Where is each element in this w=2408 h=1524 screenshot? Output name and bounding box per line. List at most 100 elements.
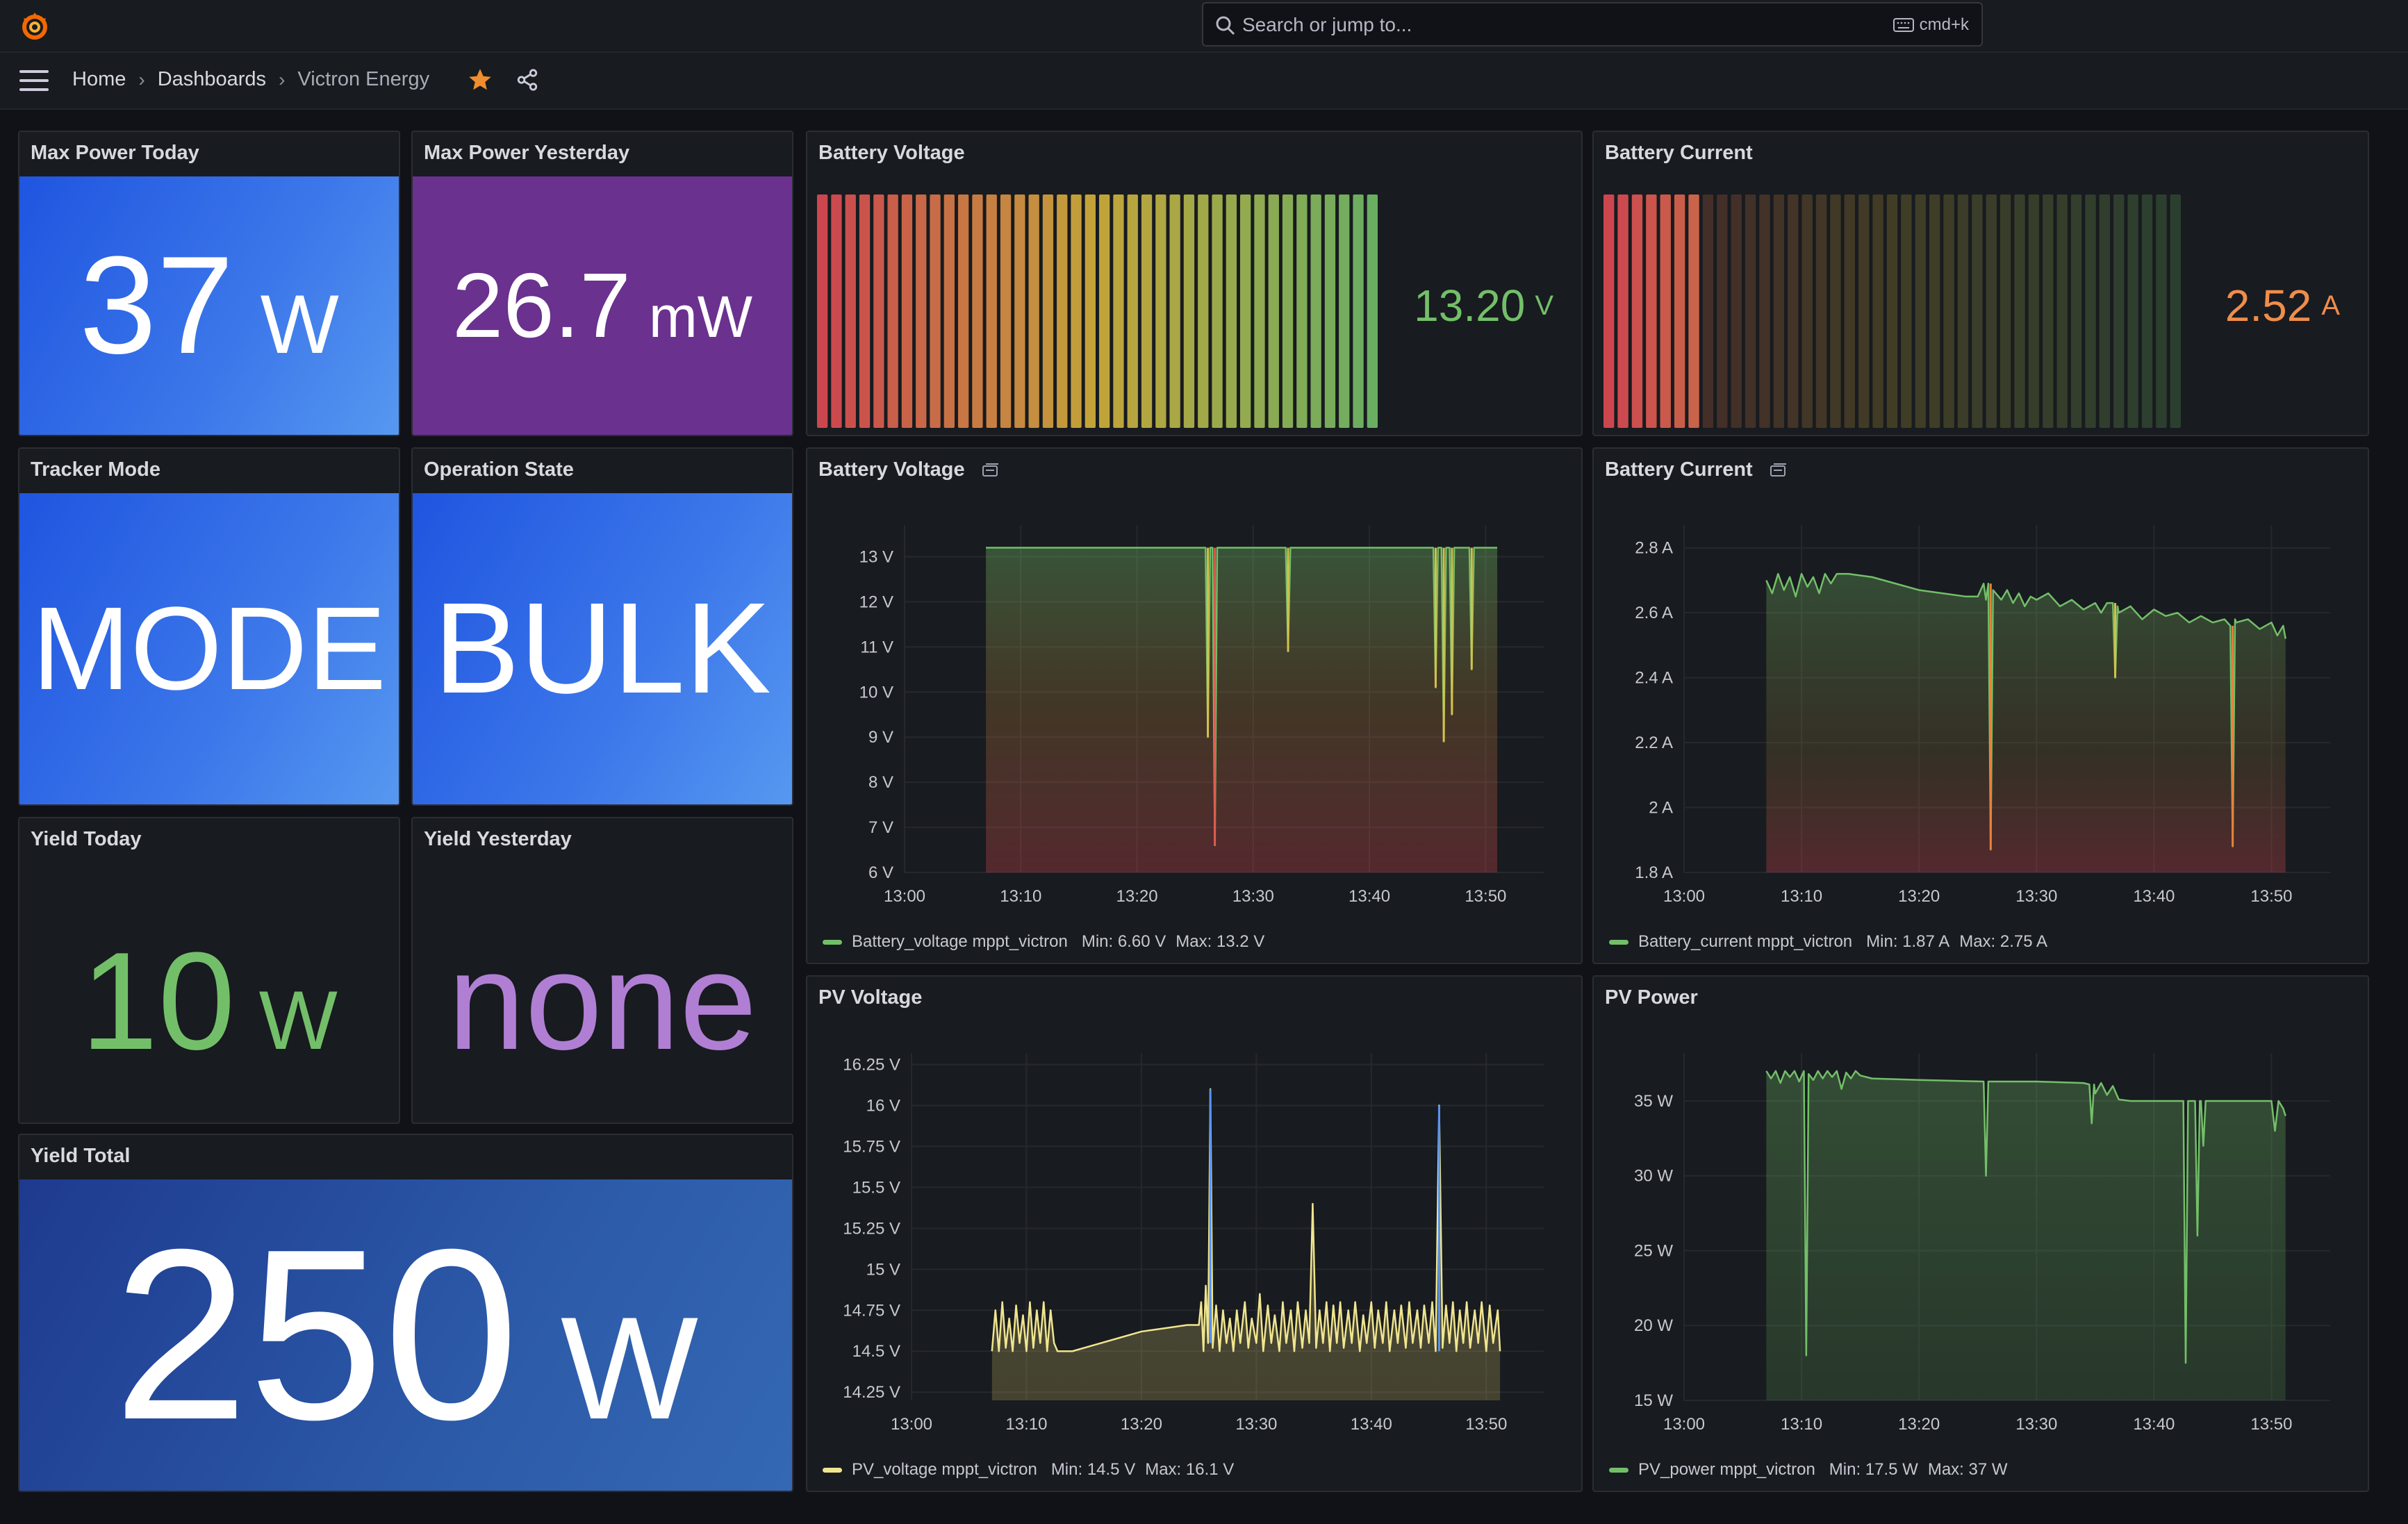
battery-voltage-bar-gauge (817, 194, 1378, 428)
x-tick-label: 13:30 (2015, 1415, 2057, 1434)
panel-operation-state[interactable]: Operation State BULK (411, 447, 793, 806)
y-tick-label: 15 W (1634, 1391, 1673, 1410)
chart-legend[interactable]: PV_voltage mppt_victron Min: 14.5 V Max: 1… (823, 1460, 1234, 1480)
star-icon[interactable] (467, 67, 493, 93)
chevron-right-icon: › (138, 68, 145, 90)
panel-title: Yield Yesterday (424, 828, 572, 850)
legend-swatch (823, 939, 842, 945)
grafana-logo-icon[interactable] (18, 10, 51, 43)
panel-max-power-yesterday[interactable]: Max Power Yesterday 26.7 mW (411, 131, 793, 436)
gauge-cell-lit (1000, 194, 1012, 428)
x-tick-label: 13:50 (2250, 1415, 2292, 1434)
series-area (1766, 1070, 2286, 1400)
gauge-cell-lit (1226, 194, 1237, 428)
gauge-cell-unlit (1943, 194, 1954, 428)
panel-title: Max Power Yesterday (424, 142, 630, 164)
gauge-cell-lit (1603, 194, 1615, 428)
breadcrumb-current: Victron Energy (297, 68, 430, 90)
x-tick-label: 13:10 (1000, 887, 1041, 906)
gauge-cell-unlit (1915, 194, 1926, 428)
gauge-cell-lit (817, 194, 828, 428)
series-line (991, 1088, 1501, 1352)
gauge-cell-lit (1367, 194, 1378, 428)
pv-power-chart[interactable]: 15 W 20 W 25 W 30 W 35 W 13:00 13:10 13:20 13:30… (1594, 1025, 2365, 1449)
series-area (991, 1088, 1501, 1400)
gauge-cell-unlit (1901, 194, 1912, 428)
gauge-cell-lit (1155, 194, 1166, 428)
gauge-cell-unlit (1731, 194, 1742, 428)
gauge-cell-unlit (2127, 194, 2138, 428)
x-tick-label: 13:20 (1116, 887, 1158, 906)
breadcrumb-dashboards[interactable]: Dashboards (158, 68, 266, 91)
library-panel-icon[interactable] (982, 463, 1000, 478)
breadcrumb-home[interactable]: Home (72, 68, 126, 91)
gauge-cell-lit (1339, 194, 1350, 428)
menu-toggle-icon[interactable] (19, 70, 49, 91)
gauge-cell-lit (1042, 194, 1054, 428)
nav-bar: Home › Dashboards › Victron Energy (0, 53, 2408, 110)
y-tick-label: 10 V (859, 683, 893, 702)
panel-battery-voltage-timeseries[interactable]: Battery Voltage 6 V 7 V 8 V 9 V 10 V 11 V 12 V… (806, 447, 1583, 964)
gauge-cell-lit (1085, 194, 1096, 428)
panel-battery-voltage-gauge[interactable]: Battery Voltage 13.20 V (806, 131, 1583, 436)
panel-battery-current-gauge[interactable]: Battery Current 2.52 A (1592, 131, 2369, 436)
gauge-cell-lit (1057, 194, 1068, 428)
gauge-cell-unlit (2070, 194, 2082, 428)
gauge-cell-unlit (1759, 194, 1770, 428)
gauge-cell-unlit (1886, 194, 1898, 428)
x-tick-label: 13:40 (2133, 887, 2175, 906)
legend-swatch (823, 1467, 842, 1473)
series-area (1766, 574, 2286, 872)
gauge-cell-unlit (1929, 194, 1940, 428)
gauge-cell-unlit (1986, 194, 1997, 428)
stat-value: BULK (434, 577, 771, 720)
gauge-cell-lit (1127, 194, 1138, 428)
panel-yield-total[interactable]: Yield Total 250 W (18, 1134, 793, 1492)
y-tick-label: 25 W (1634, 1241, 1673, 1260)
panel-yield-today[interactable]: Yield Today 10 W (18, 817, 400, 1124)
stat-value: 26.7 mW (452, 254, 753, 356)
x-tick-label: 13:00 (884, 887, 925, 906)
x-tick-label: 13:50 (1465, 1415, 1507, 1434)
chart-legend[interactable]: Battery_voltage mppt_victron Min: 6.60 VM… (823, 932, 1264, 952)
gauge-cell-lit (943, 194, 955, 428)
gauge-cell-unlit (1773, 194, 1785, 428)
y-tick-label: 6 V (868, 863, 893, 882)
panel-yield-yesterday[interactable]: Yield Yesterday none (411, 817, 793, 1124)
gauge-cell-lit (1296, 194, 1308, 428)
gauge-cell-unlit (1717, 194, 1728, 428)
panel-battery-current-timeseries[interactable]: Battery Current 1.8 A 2 A 2.2 A 2.4 A 2.6 A 2… (1592, 447, 2369, 964)
gauge-cell-lit (1268, 194, 1279, 428)
gauge-cell-lit (916, 194, 927, 428)
gauge-cell-unlit (1957, 194, 1969, 428)
panel-title: Battery Voltage (818, 458, 965, 481)
panel-title: Battery Voltage (818, 142, 965, 164)
panel-pv-power-timeseries[interactable]: PV Power 15 W 20 W 25 W 30 W 35 W 13:00 13:10 1… (1592, 975, 2369, 1492)
gauge-cell-lit (1240, 194, 1251, 428)
panel-pv-voltage-timeseries[interactable]: PV Voltage 14.25 V 14.5 V 14.75 V 15 V 15.25… (806, 975, 1583, 1492)
pv-voltage-chart[interactable]: 14.25 V 14.5 V 14.75 V 15 V 15.25 V 15.5 V 15.… (807, 1025, 1578, 1449)
x-tick-label: 13:20 (1121, 1415, 1162, 1434)
chart-legend[interactable]: PV_power mppt_victron Min: 17.5 W Max: 37 … (1609, 1460, 2008, 1480)
gauge-cell-lit (1688, 194, 1699, 428)
y-tick-label: 7 V (868, 818, 893, 837)
share-icon[interactable] (516, 68, 539, 92)
y-tick-label: 15.25 V (843, 1219, 900, 1238)
gauge-cell-unlit (2099, 194, 2111, 428)
chart-legend[interactable]: Battery_current mppt_victron Min: 1.87 AM… (1609, 932, 2047, 952)
library-panel-icon[interactable] (1770, 463, 1788, 478)
panel-title: Yield Today (31, 828, 142, 850)
battery-voltage-chart[interactable]: 6 V 7 V 8 V 9 V 10 V 11 V 12 V 13 V 13:00 13:10 13… (807, 497, 1578, 921)
battery-current-chart[interactable]: 1.8 A 2 A 2.2 A 2.4 A 2.6 A 2.8 A 13:00 13:10 13… (1594, 497, 2365, 921)
gauge-cell-unlit (2085, 194, 2096, 428)
y-tick-label: 2.6 A (1635, 604, 1673, 622)
x-tick-label: 13:20 (1898, 887, 1940, 906)
y-tick-label: 14.25 V (843, 1383, 900, 1402)
search-box[interactable]: Search or jump to... cmd+k (1202, 2, 1983, 47)
panel-tracker-mode[interactable]: Tracker Mode MODE (18, 447, 400, 806)
gauge-value: 2.52 A (2225, 281, 2340, 331)
gauge-cell-unlit (2141, 194, 2153, 428)
gauge-cell-lit (1014, 194, 1025, 428)
panel-max-power-today[interactable]: Max Power Today 37 W (18, 131, 400, 436)
gauge-cell-unlit (2043, 194, 2054, 428)
